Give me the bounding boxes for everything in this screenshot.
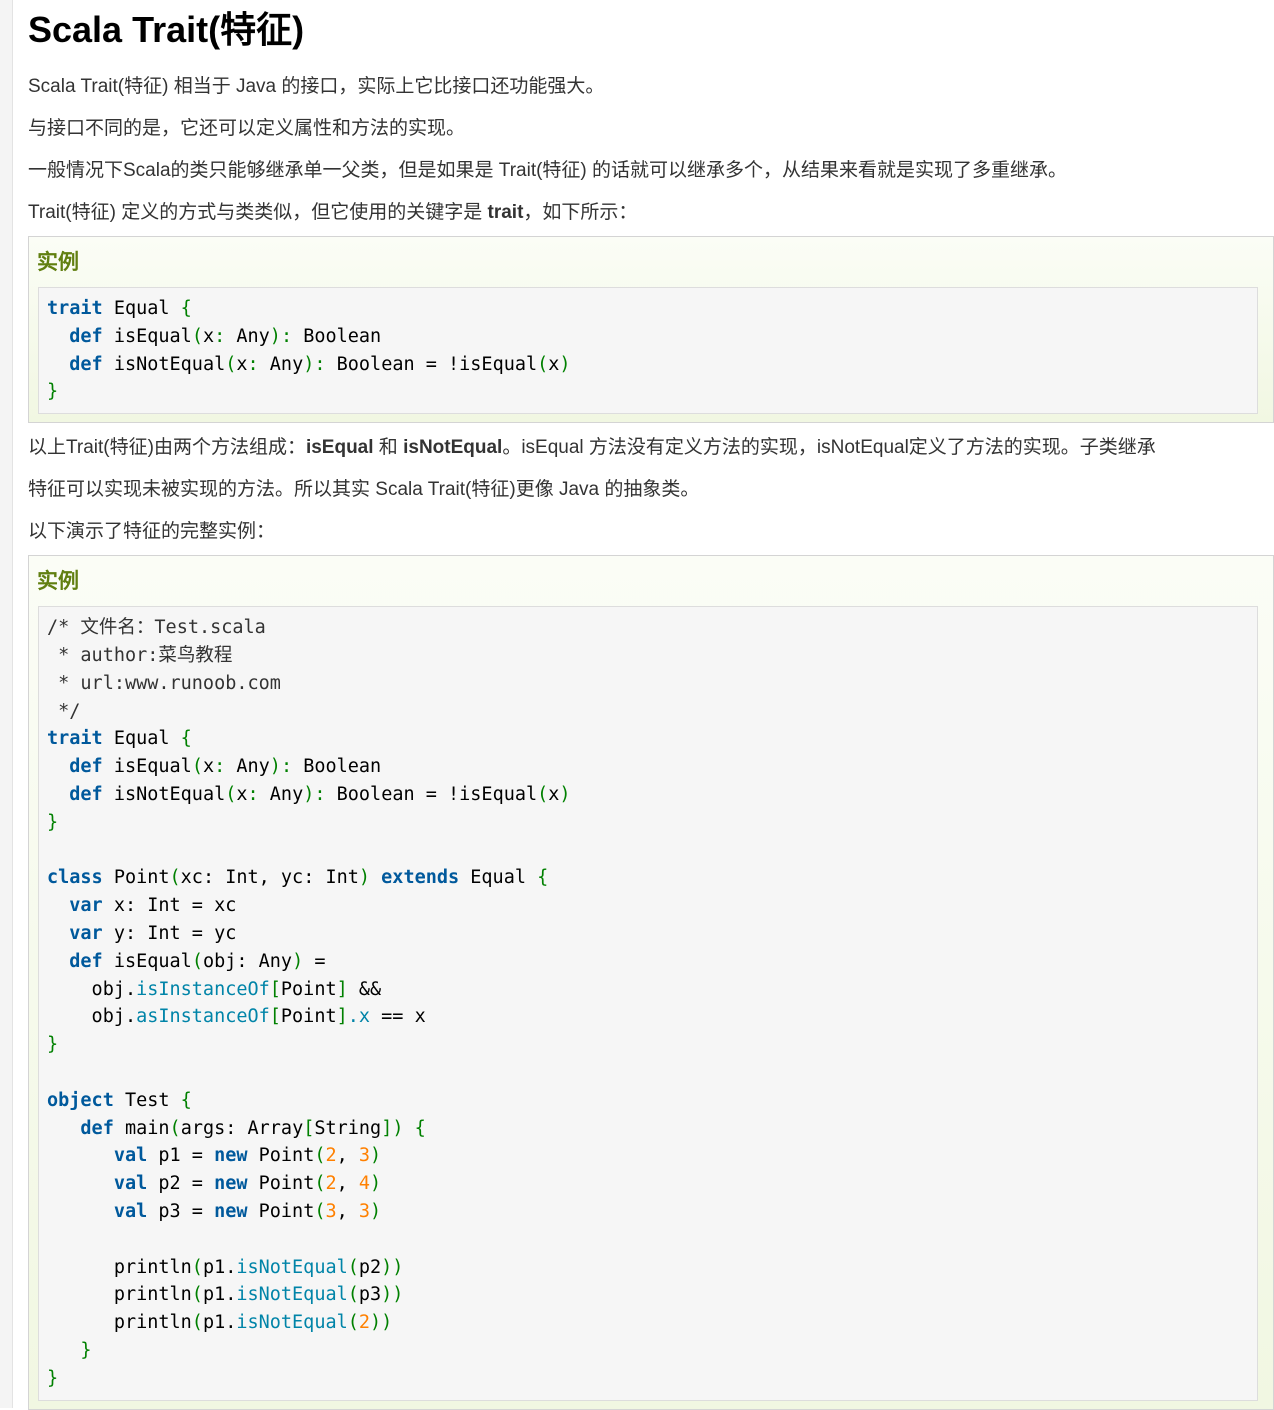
code-comment-line: /* 文件名：Test.scala [47,617,266,639]
code-comment-line: */ [47,700,81,722]
code-line: def isEqual(obj: Any) = [69,950,326,972]
define-paragraph: Trait(特征) 定义的方式与类类似，但它使用的关键字是 trait，如下所示… [28,192,1274,234]
code-block-1[interactable]: trait Equal { def isEqual(x: Any): Boole… [38,287,1258,415]
example-box-1: 实例 trait Equal { def isEqual(x: Any): Bo… [28,236,1274,424]
intro-paragraph-2: 与接口不同的是，它还可以定义属性和方法的实现。 [28,118,466,139]
define-text-before: Trait(特征) 定义的方式与类类似，但它使用的关键字是 [28,202,488,223]
code-line: obj.asInstanceOf[Point].x == x [47,1006,426,1028]
article-content: Scala Trait(特征) Scala Trait(特征) 相当于 Java… [28,0,1274,1410]
code-line: trait Equal { [47,728,192,750]
isequal-bold: isEqual [305,437,374,459]
define-text-after: ，如下所示： [523,202,638,223]
code-line: val p1 = new Point(2, 3) [113,1145,382,1167]
example-title: 实例 [37,570,79,594]
code-line: def main(args: Array[String]) { [80,1117,426,1139]
code-line: def isNotEqual(x: Any): Boolean = !isEqu… [69,353,571,375]
code-line: println(p1.isNotEqual(2)) [113,1312,393,1334]
left-sidebar-edge [0,0,13,1408]
example-title: 实例 [37,251,79,274]
code-line: } [47,811,59,833]
page-title: Scala Trait(特征) [28,9,305,50]
code-line: println(p1.isNotEqual(p3)) [113,1284,404,1306]
code-line: def isNotEqual(x: Any): Boolean = !isEqu… [69,783,571,805]
code-block-2[interactable]: /* 文件名：Test.scala * author:菜鸟教程 * url:ww… [38,606,1258,1401]
code-line: var x: Int = xc [69,895,237,917]
explain-paragraph-1: 以上Trait(特征)由两个方法组成：isEqual 和 isNotEqual。… [28,437,1156,459]
code-line: println(p1.isNotEqual(p2)) [113,1256,404,1278]
code-line: obj.isInstanceOf[Point] && [47,978,382,1000]
intro-paragraph-1: Scala Trait(特征) 相当于 Java 的接口，实际上它比接口还功能强… [28,76,605,97]
code-line: def isEqual(x: Any): Boolean [69,325,382,347]
code-line: val p2 = new Point(2, 4) [113,1173,382,1195]
code-line: } [47,1367,59,1389]
code-line: object Test { [47,1089,192,1111]
code-comment-line: * url:www.runoob.com [47,672,281,694]
code-line: val p3 = new Point(3, 3) [113,1200,382,1222]
code-line: class Point(xc: Int, yc: Int) extends Eq… [47,867,549,889]
intro-paragraph-3: 一般情况下Scala的类只能够继承单一父类，但是如果是 Trait(特征) 的话… [28,160,1068,181]
code-line: } [47,381,59,403]
code-line: def isEqual(x: Any): Boolean [69,756,382,778]
code-line: } [80,1339,92,1361]
isnotequal-bold: isNotEqual [403,437,503,459]
trait-keyword: trait [487,202,524,223]
code-comment-line: * author:菜鸟教程 [47,644,233,666]
code-line: } [47,1034,59,1056]
explain-paragraph-3: 以下演示了特征的完整实例： [28,521,276,543]
code-line: var y: Int = yc [69,922,237,944]
example-box-2: 实例 /* 文件名：Test.scala * author:菜鸟教程 * url… [28,555,1274,1410]
code-line: trait Equal { [47,298,192,319]
explain-paragraph-2: 特征可以实现未被实现的方法。所以其实 Scala Trait(特征)更像 Jav… [28,479,700,501]
